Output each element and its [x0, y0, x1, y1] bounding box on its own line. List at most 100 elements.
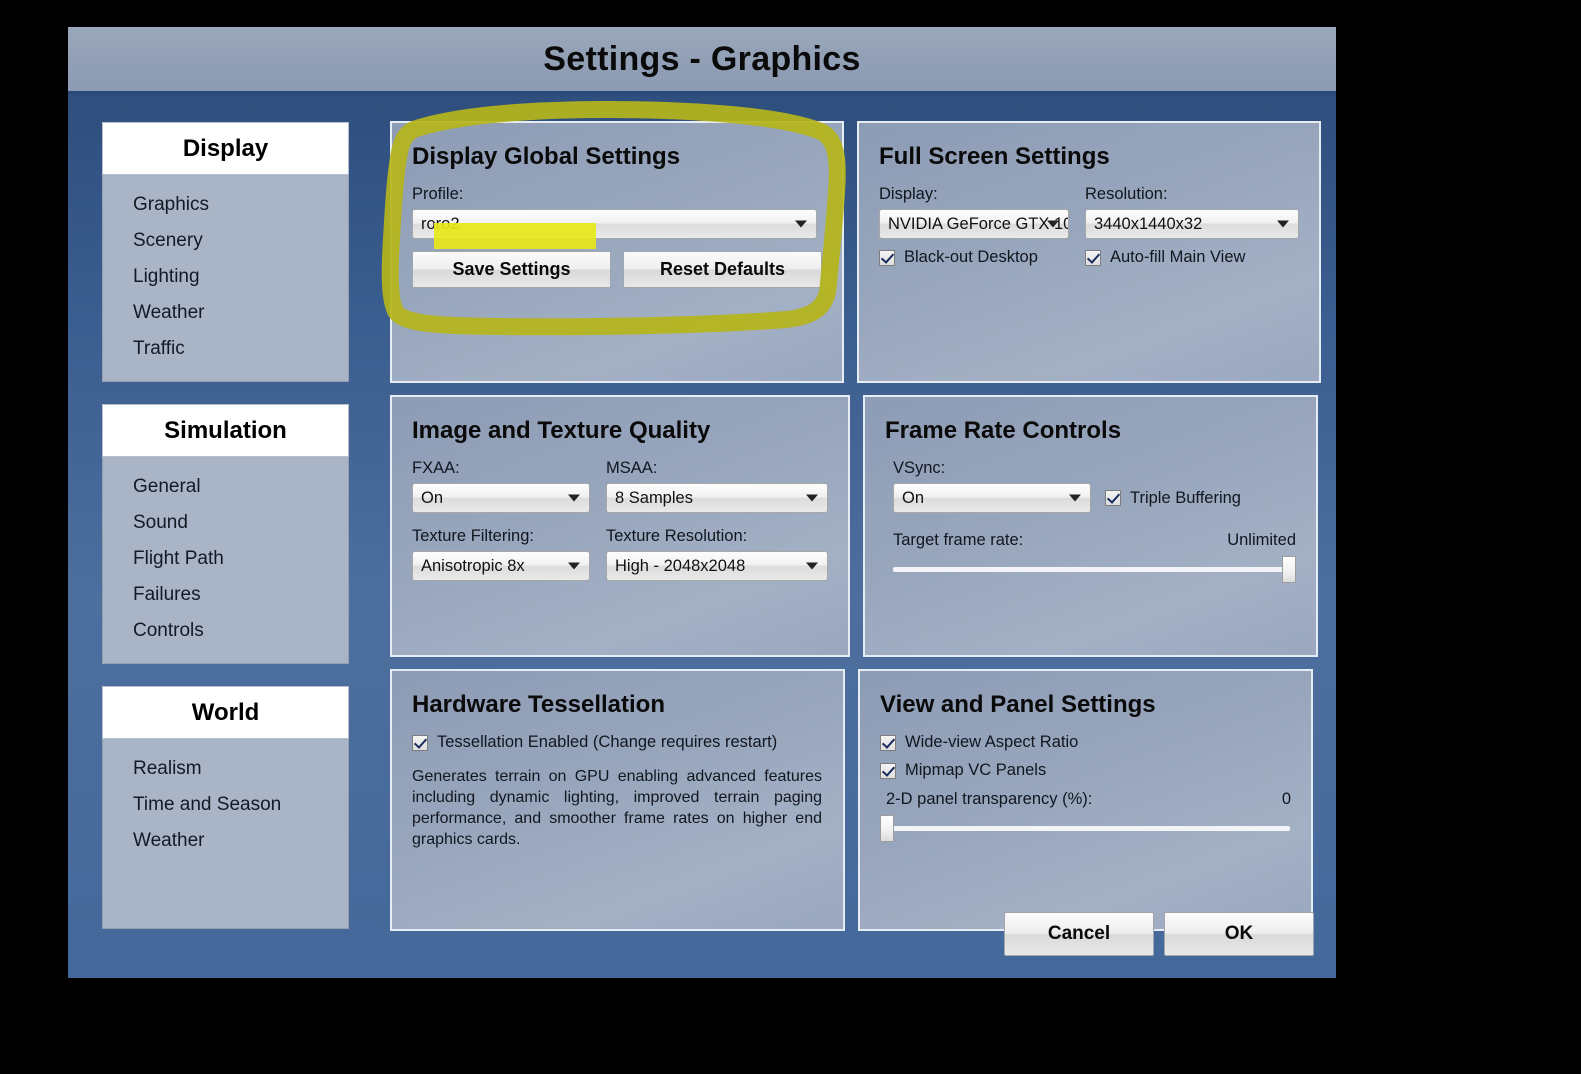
- panel-image-texture-quality: Image and Texture Quality FXAA: On MSAA:…: [390, 395, 850, 657]
- transparency-value: 0: [1281, 790, 1291, 808]
- panel-title: View and Panel Settings: [880, 691, 1156, 718]
- target-frame-rate-value: Unlimited: [1227, 531, 1296, 549]
- panel-row-1: Display Global Settings Profile: roro2 S…: [390, 121, 1321, 383]
- save-settings-button[interactable]: Save Settings: [412, 251, 611, 288]
- quality-fields-top: FXAA: On MSAA: 8 Samples: [412, 459, 828, 513]
- profile-value: roro2: [421, 214, 460, 233]
- msaa-field: MSAA: 8 Samples: [606, 459, 828, 513]
- checkmark-icon: [1085, 249, 1101, 266]
- profile-actions: Save Settings Reset Defaults: [412, 251, 822, 288]
- profile-label: Profile:: [412, 185, 464, 203]
- resolution-value: 3440x1440x32: [1094, 214, 1203, 233]
- mipmap-vc-panels-checkbox[interactable]: Mipmap VC Panels: [880, 761, 1291, 780]
- tessellation-description: Generates terrain on GPU enabling advanc…: [412, 768, 822, 849]
- sidebar-item-label: Graphics: [133, 194, 210, 215]
- slider-track: [893, 567, 1296, 572]
- reset-defaults-button[interactable]: Reset Defaults: [623, 251, 822, 288]
- panel-display-global-settings: Display Global Settings Profile: roro2 S…: [390, 121, 844, 383]
- fxaa-label: FXAA:: [412, 459, 460, 477]
- msaa-label: MSAA:: [606, 459, 658, 477]
- texture-filtering-field: Texture Filtering: Anisotropic 8x: [412, 527, 590, 581]
- sidebar-item-general[interactable]: General: [103, 469, 348, 505]
- checkmark-icon: [879, 249, 895, 266]
- sidebar-item-lighting[interactable]: Lighting: [103, 259, 348, 295]
- chevron-down-icon: [568, 562, 580, 570]
- panel-hardware-tessellation: Hardware Tessellation Tessellation Enabl…: [390, 669, 845, 931]
- screen: Settings - Graphics Display Graphics Sce…: [0, 0, 1581, 1074]
- sidebar-item-time-and-season[interactable]: Time and Season: [103, 787, 348, 823]
- panel-view-and-panel-settings: View and Panel Settings Wide-view Aspect…: [858, 669, 1313, 931]
- nav-header-display: Display: [102, 122, 349, 175]
- target-frame-rate-row: Target frame rate: Unlimited: [893, 531, 1296, 550]
- settings-window: Settings - Graphics Display Graphics Sce…: [68, 27, 1336, 978]
- texture-filtering-label: Texture Filtering:: [412, 527, 534, 545]
- texture-resolution-value: High - 2048x2048: [615, 556, 746, 575]
- fxaa-value: On: [421, 488, 444, 507]
- target-frame-rate-label: Target frame rate:: [893, 531, 1024, 549]
- chevron-down-icon: [806, 562, 818, 570]
- transparency-label: 2-D panel transparency (%):: [886, 790, 1093, 808]
- slider-thumb[interactable]: [1282, 556, 1296, 583]
- triple-buffering-checkbox[interactable]: Triple Buffering: [1105, 489, 1241, 508]
- quality-fields-bottom: Texture Filtering: Anisotropic 8x Textur…: [412, 527, 828, 581]
- sidebar-item-realism[interactable]: Realism: [103, 751, 348, 787]
- fxaa-dropdown[interactable]: On: [412, 483, 590, 513]
- blackout-desktop-checkbox[interactable]: Black-out Desktop: [879, 248, 1069, 267]
- cancel-button[interactable]: Cancel: [1004, 912, 1154, 956]
- sidebar-item-world-weather[interactable]: Weather: [103, 823, 348, 859]
- sidebar-item-sound[interactable]: Sound: [103, 505, 348, 541]
- chevron-down-icon: [1047, 220, 1059, 228]
- nav-list-simulation: General Sound Flight Path Failures Contr…: [102, 457, 349, 664]
- sidebar-item-scenery[interactable]: Scenery: [103, 223, 348, 259]
- sidebar-item-weather[interactable]: Weather: [103, 295, 348, 331]
- resolution-dropdown[interactable]: 3440x1440x32: [1085, 209, 1299, 239]
- vsync-dropdown[interactable]: On: [893, 483, 1091, 513]
- display-dropdown[interactable]: NVIDIA GeForce GTX 10: [879, 209, 1069, 239]
- display-field: Display: NVIDIA GeForce GTX 10 Black-out…: [879, 185, 1069, 276]
- profile-dropdown[interactable]: roro2: [412, 209, 817, 239]
- texture-resolution-field: Texture Resolution: High - 2048x2048: [606, 527, 828, 581]
- wide-view-aspect-ratio-label: Wide-view Aspect Ratio: [905, 733, 1079, 751]
- tessellation-enabled-label: Tessellation Enabled (Change requires re…: [437, 733, 778, 751]
- nav-list-display: Graphics Scenery Lighting Weather Traffi…: [102, 175, 349, 382]
- tessellation-enabled-checkbox[interactable]: Tessellation Enabled (Change requires re…: [412, 733, 823, 752]
- msaa-dropdown[interactable]: 8 Samples: [606, 483, 828, 513]
- sidebar-item-flight-path[interactable]: Flight Path: [103, 541, 348, 577]
- panel-frame-rate-controls: Frame Rate Controls VSync: On Triple Buf…: [863, 395, 1318, 657]
- panel-title: Frame Rate Controls: [885, 417, 1122, 444]
- nav-list-world: Realism Time and Season Weather: [102, 739, 349, 929]
- chevron-down-icon: [568, 494, 580, 502]
- target-frame-rate-slider[interactable]: [893, 556, 1296, 583]
- texture-resolution-dropdown[interactable]: High - 2048x2048: [606, 551, 828, 581]
- page-title: Settings - Graphics: [543, 39, 861, 78]
- nav-header-world: World: [102, 686, 349, 739]
- checkmark-icon: [880, 734, 896, 751]
- checkmark-icon: [880, 762, 896, 779]
- ok-button[interactable]: OK: [1164, 912, 1314, 956]
- sidebar-item-traffic[interactable]: Traffic: [103, 331, 348, 367]
- display-value: NVIDIA GeForce GTX 10: [888, 214, 1069, 233]
- chevron-down-icon: [795, 220, 807, 228]
- texture-filtering-dropdown[interactable]: Anisotropic 8x: [412, 551, 590, 581]
- vsync-value: On: [902, 488, 925, 507]
- panel-row-2: Image and Texture Quality FXAA: On MSAA:…: [390, 395, 1318, 657]
- slider-track: [880, 826, 1290, 831]
- sidebar-item-failures[interactable]: Failures: [103, 577, 348, 613]
- texture-filtering-value: Anisotropic 8x: [421, 556, 525, 575]
- mipmap-vc-panels-label: Mipmap VC Panels: [905, 761, 1047, 779]
- wide-view-aspect-ratio-checkbox[interactable]: Wide-view Aspect Ratio: [880, 733, 1291, 752]
- sidebar-item-graphics[interactable]: Graphics: [103, 187, 348, 223]
- chevron-down-icon: [806, 494, 818, 502]
- transparency-slider[interactable]: [880, 815, 1290, 842]
- panel-title: Display Global Settings: [412, 143, 681, 170]
- sidebar-item-controls[interactable]: Controls: [103, 613, 348, 649]
- autofill-main-view-checkbox[interactable]: Auto-fill Main View: [1085, 248, 1299, 267]
- texture-resolution-label: Texture Resolution:: [606, 527, 748, 545]
- dialog-footer: Cancel OK: [1004, 912, 1314, 956]
- panel-title: Image and Texture Quality: [412, 417, 711, 444]
- chevron-down-icon: [1277, 220, 1289, 228]
- autofill-main-view-label: Auto-fill Main View: [1110, 248, 1246, 266]
- msaa-value: 8 Samples: [615, 488, 693, 507]
- panel-full-screen-settings: Full Screen Settings Display: NVIDIA GeF…: [857, 121, 1321, 383]
- slider-thumb[interactable]: [880, 815, 894, 842]
